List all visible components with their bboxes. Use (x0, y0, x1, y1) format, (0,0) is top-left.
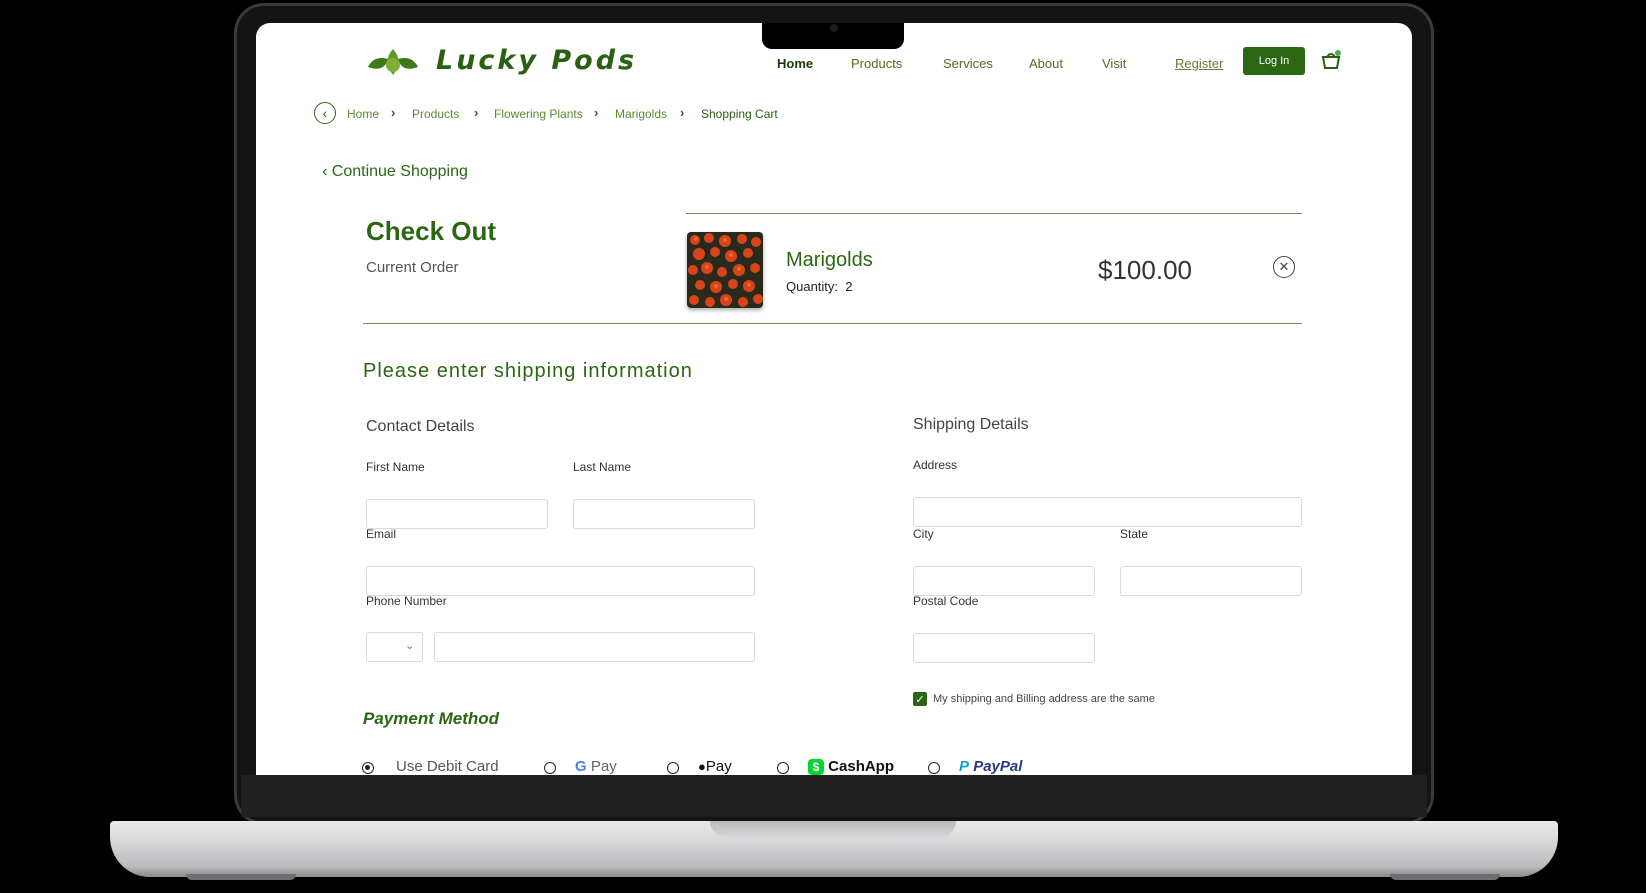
divider (363, 323, 1302, 324)
paypal-label: PayPal (973, 758, 1023, 775)
postal-code-label: Postal Code (913, 594, 979, 608)
back-icon[interactable]: ‹ (314, 102, 336, 124)
gpay-label: Pay (590, 758, 617, 775)
chevron-right-icon: › (594, 105, 599, 120)
laptop-bezel (241, 775, 1427, 817)
quantity-label: Quantity: 2 (786, 279, 853, 294)
last-name-field[interactable] (573, 499, 755, 529)
cashapp-radio[interactable] (777, 762, 789, 774)
address-field[interactable] (913, 497, 1302, 527)
breadcrumb-marigolds[interactable]: Marigolds (615, 107, 667, 121)
postal-code-field[interactable] (913, 633, 1095, 663)
browser-screen: Lucky Pods Home Products Services About … (256, 23, 1412, 775)
cashapp-logo: $ CashApp (808, 758, 894, 775)
page-title: Check Out (366, 216, 497, 246)
breadcrumb-home[interactable]: Home (347, 107, 379, 121)
breadcrumb-flowering-plants[interactable]: Flowering Plants (494, 107, 583, 121)
chevron-right-icon: › (680, 105, 685, 120)
laptop-foot (186, 874, 296, 880)
city-label: City (913, 527, 934, 541)
chevron-right-icon: › (474, 105, 479, 120)
cashapp-label: CashApp (828, 758, 895, 775)
logo-leaves-icon (368, 49, 418, 75)
chevron-down-icon: ⌄ (405, 640, 415, 652)
nav-home[interactable]: Home (777, 56, 813, 71)
quantity-text: Quantity: (786, 279, 839, 294)
divider (686, 213, 1302, 214)
google-g-icon: G (575, 758, 587, 775)
city-field[interactable] (913, 566, 1095, 596)
shipping-heading: Please enter shipping information (363, 360, 693, 382)
last-name-label: Last Name (573, 460, 632, 474)
nav-about[interactable]: About (1029, 56, 1063, 71)
breadcrumb-products[interactable]: Products (412, 107, 459, 121)
register-link[interactable]: Register (1175, 56, 1223, 71)
camera-icon (830, 24, 838, 32)
paypal-icon: P (959, 758, 970, 775)
continue-shopping-label: Continue Shopping (331, 163, 468, 180)
breadcrumb-shopping-cart: Shopping Cart (701, 107, 778, 121)
apple-pay-label: Pay (705, 758, 732, 775)
quantity-value: 2 (845, 279, 853, 294)
shipping-details-title: Shipping Details (913, 416, 1029, 433)
apple-pay-radio[interactable] (667, 762, 679, 774)
current-order-label: Current Order (366, 259, 459, 276)
item-price: $100.00 (1098, 255, 1192, 285)
debit-card-label: Use Debit Card (396, 758, 499, 775)
country-code-select[interactable]: ⌄ (366, 632, 423, 662)
remove-item-icon[interactable]: ✕ (1273, 256, 1295, 278)
cashapp-icon: $ (808, 759, 824, 775)
email-label: Email (366, 527, 397, 541)
apple-pay-logo: ●Pay (698, 758, 732, 775)
phone-label: Phone Number (366, 594, 447, 608)
same-address-label: My shipping and Billing address are the … (933, 693, 1155, 705)
state-label: State (1120, 527, 1149, 541)
paypal-radio[interactable] (928, 762, 940, 774)
debit-card-radio[interactable] (362, 762, 374, 774)
apple-icon: ● (698, 759, 706, 774)
gpay-radio[interactable] (544, 762, 556, 774)
product-image (687, 232, 763, 308)
nav-visit[interactable]: Visit (1102, 56, 1126, 71)
address-label: Address (913, 458, 958, 472)
chevron-right-icon: › (391, 105, 396, 120)
nav-services[interactable]: Services (943, 56, 993, 71)
brand-name[interactable]: Lucky Pods (436, 45, 637, 76)
state-field[interactable] (1120, 566, 1302, 596)
cart-icon[interactable] (1320, 49, 1342, 71)
login-button[interactable]: Log In (1243, 47, 1305, 75)
laptop-foot (1390, 874, 1500, 880)
same-address-checkbox[interactable]: ✓ (913, 692, 927, 706)
gpay-logo: G Pay (575, 758, 617, 775)
phone-number-field[interactable] (434, 632, 755, 662)
paypal-logo: P PayPal (959, 758, 1022, 775)
laptop-hinge-notch (710, 821, 956, 837)
nav-products[interactable]: Products (851, 56, 902, 71)
continue-shopping-link[interactable]: ‹ Continue Shopping (322, 163, 468, 181)
product-name[interactable]: Marigolds (786, 249, 873, 272)
first-name-label: First Name (366, 460, 425, 474)
payment-method-title: Payment Method (363, 709, 500, 728)
first-name-field[interactable] (366, 499, 548, 529)
contact-details-title: Contact Details (366, 418, 475, 435)
email-field[interactable] (366, 566, 755, 596)
